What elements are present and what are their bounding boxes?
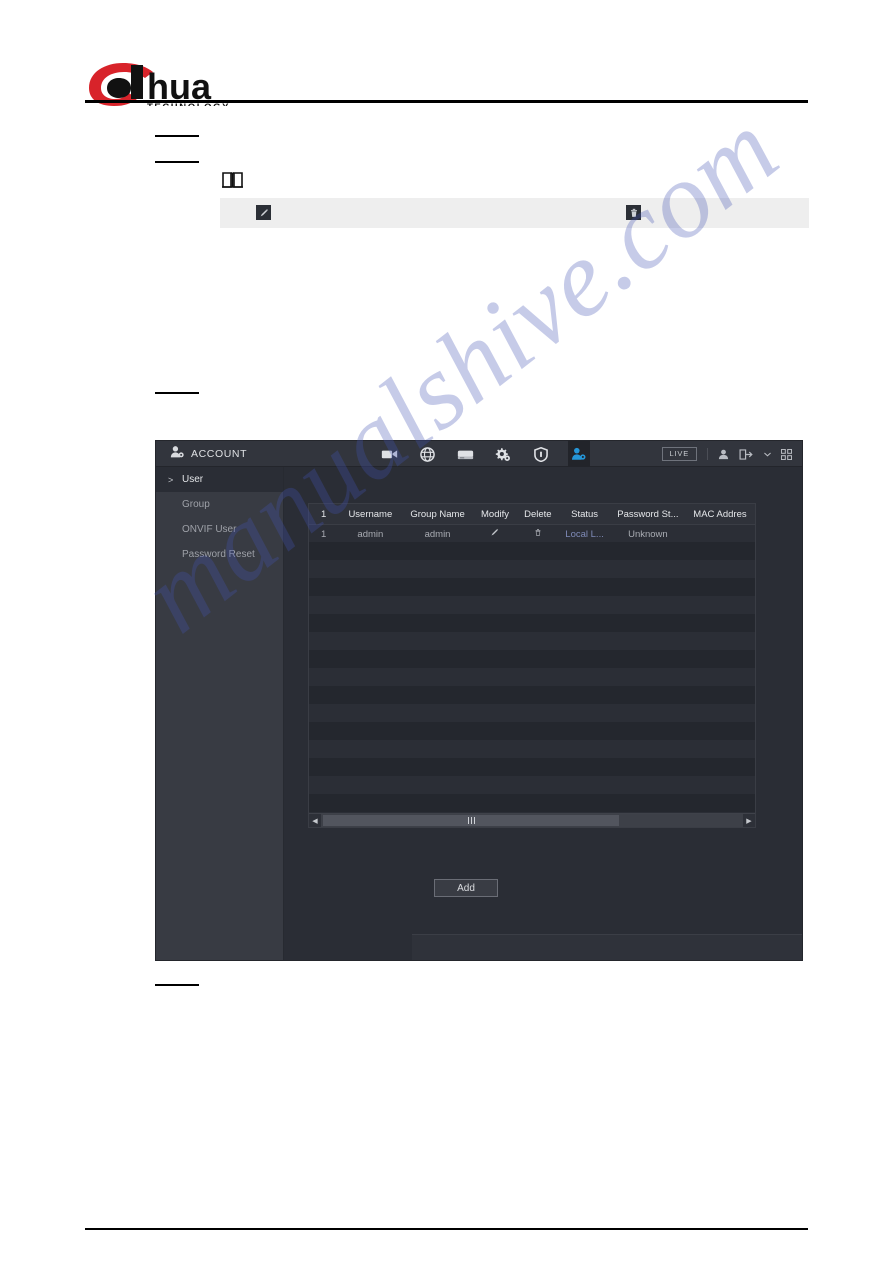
horizontal-scrollbar[interactable]: ◀ ▶ [309,813,755,827]
dahua-logo: hua TECHNOLOGY [85,58,325,106]
column-header-password-strength: Password St... [617,508,679,520]
column-header-group-name: Group Name [410,508,465,520]
chevron-right-icon: > [168,474,174,485]
cell-index: 1 [320,528,327,540]
redacted-line [155,161,199,163]
column-header-status: Status [571,508,599,520]
table-row [309,578,755,596]
chevron-down-icon[interactable] [764,452,771,457]
user-icon[interactable] [718,449,729,460]
sidebar-item-label: Group [182,499,210,510]
column-header-modify: Modify [481,508,509,520]
account-icon[interactable] [568,441,590,467]
ui-footer-bar [412,934,802,960]
system-icon[interactable] [492,441,514,467]
page-title-text: ACCOUNT [191,447,248,460]
table-row [309,596,755,614]
cell-group-name: admin [424,528,451,540]
column-header-username: Username [348,508,393,520]
pencil-icon[interactable] [490,528,499,540]
table-row [309,686,755,704]
live-button[interactable]: LIVE [661,447,697,461]
content-area: 1 Username Group Name Modify Delete Stat… [284,467,802,960]
table-row [309,560,755,578]
grip-line [470,817,472,824]
security-icon[interactable] [530,441,552,467]
sidebar-item-label: Password Reset [182,549,255,560]
add-button[interactable]: Add [434,879,498,897]
table-header-row: 1 Username Group Name Modify Delete Stat… [309,504,755,525]
table-row [309,740,755,758]
redacted-line [155,135,199,137]
page-title: ACCOUNT [170,445,280,462]
module-toolbar [378,441,590,467]
table-row [309,794,755,812]
ui-header: ACCOUNT LIVE [156,441,802,467]
sidebar-item-password-reset[interactable]: Password Reset [156,542,283,567]
table-row [309,542,755,560]
sidebar-item-user[interactable]: > User [156,467,283,492]
table-empty-rows [309,542,755,813]
network-icon[interactable] [416,441,438,467]
cell-status: Local L... [565,528,604,540]
nvr-ui-screenshot: ACCOUNT LIVE > User Group ONVIF User Pas… [155,440,803,961]
sidebar-item-label: User [182,474,204,485]
storage-icon[interactable] [454,441,476,467]
sidebar: > User Group ONVIF User Password Reset [156,467,284,960]
sidebar-item-onvif-user[interactable]: ONVIF User [156,517,283,542]
scroll-left-arrow[interactable]: ◀ [309,814,321,827]
column-header-mac-address: MAC Addres [693,508,747,520]
redacted-line [155,392,199,394]
book-icon [221,170,245,190]
table-row[interactable]: 1 admin admin Local L... Unknown [309,525,755,543]
table-row [309,758,755,776]
header-rule [85,100,808,103]
sidebar-item-group[interactable]: Group [156,492,283,517]
column-header-delete: Delete [524,508,552,520]
table-row [309,632,755,650]
user-table: 1 Username Group Name Modify Delete Stat… [308,503,756,828]
cell-password-strength: Unknown [628,528,668,540]
camera-icon[interactable] [378,441,400,467]
note-bar [220,198,809,228]
divider [707,448,708,460]
footer-rule [85,1228,808,1230]
qr-grid-icon[interactable] [781,448,792,460]
header-right-controls: LIVE [661,441,792,467]
scroll-right-arrow[interactable]: ▶ [743,814,755,827]
logout-icon[interactable] [739,448,754,460]
table-row [309,614,755,632]
table-row [309,650,755,668]
table-row [309,776,755,794]
grip-line [467,817,469,824]
grip-line [473,817,475,824]
user-gear-icon [170,445,185,462]
trash-icon[interactable] [534,529,542,540]
table-row [309,722,755,740]
scroll-track[interactable] [321,814,743,827]
cell-delete[interactable] [517,528,558,540]
table-row [309,668,755,686]
pencil-icon[interactable] [256,205,271,220]
sidebar-item-label: ONVIF User [182,524,237,535]
document-page: hua TECHNOLOGY [0,0,893,1263]
redacted-line [155,984,199,986]
column-header-index: 1 [320,508,327,520]
scroll-thumb[interactable] [323,815,619,826]
table-row [309,704,755,722]
cell-modify[interactable] [473,528,518,540]
cell-username: admin [357,528,384,540]
trash-icon[interactable] [626,205,641,220]
